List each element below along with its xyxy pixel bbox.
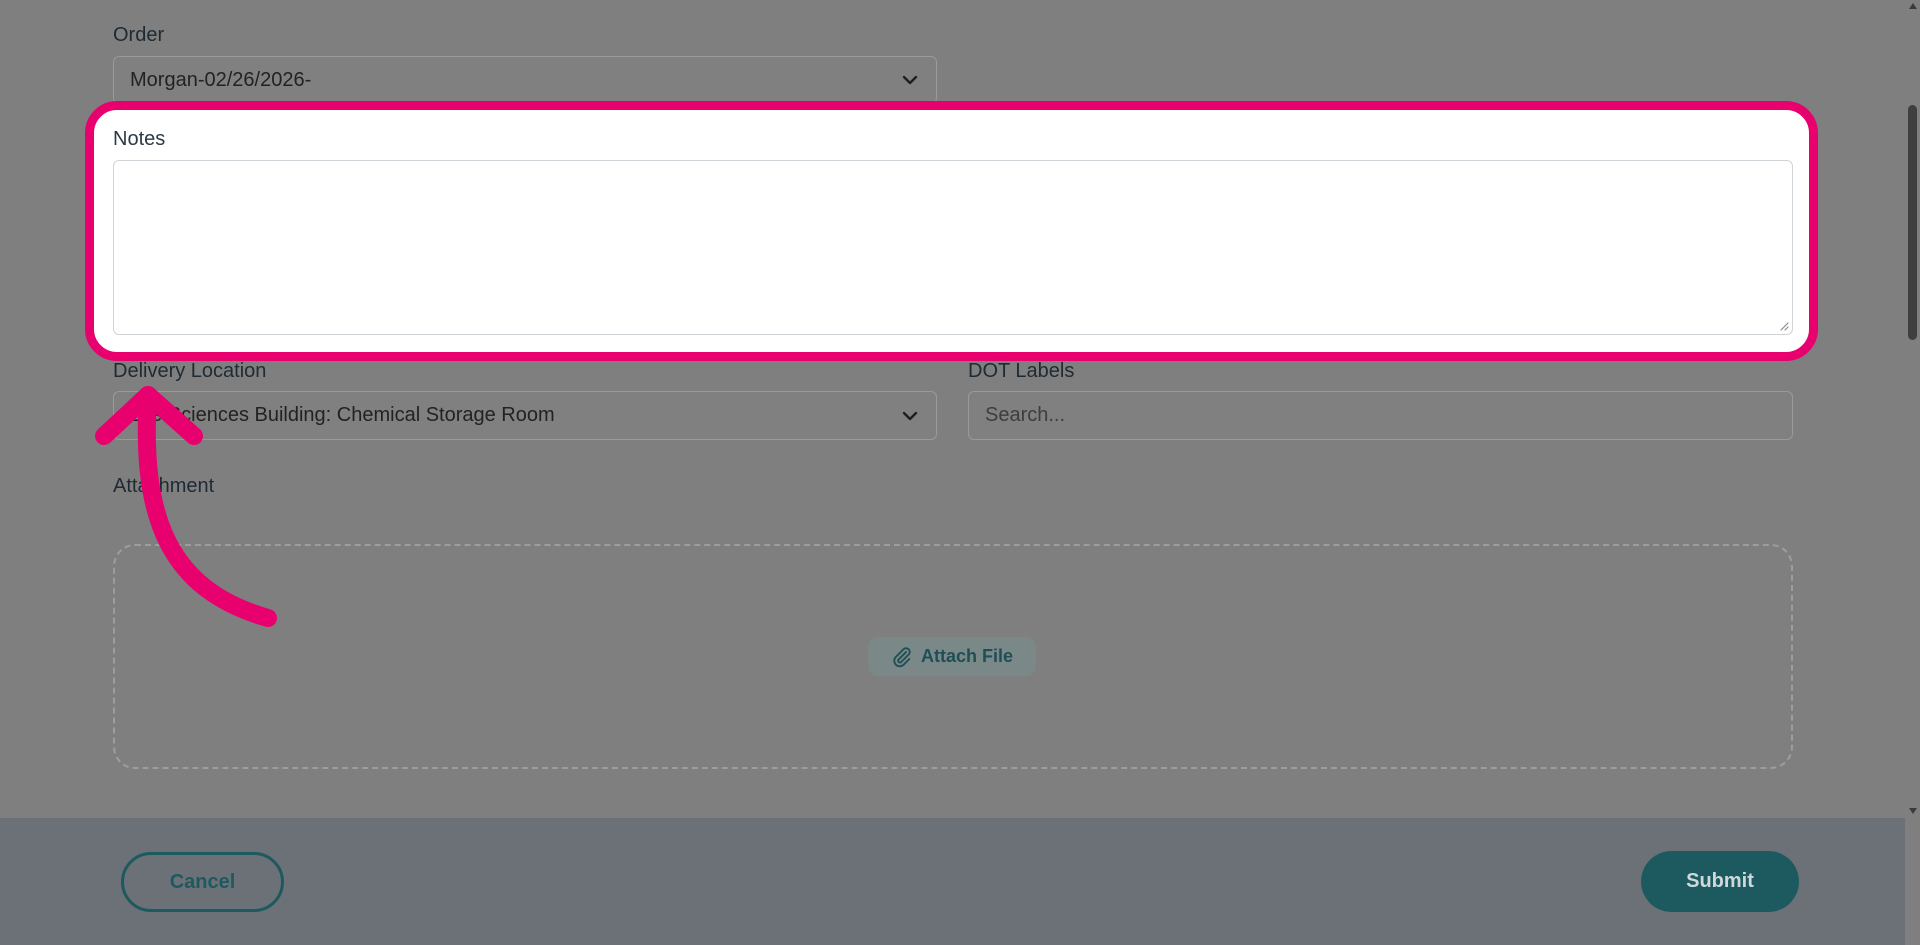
notes-label: Notes xyxy=(113,128,166,150)
add-order-form-page: Order Morgan-02/26/2026- Delivery Locati… xyxy=(0,0,1920,945)
submit-button[interactable]: Submit xyxy=(1641,851,1799,912)
form-footer xyxy=(0,818,1905,945)
scrollbar-thumb[interactable] xyxy=(1908,105,1917,340)
chevron-down-icon xyxy=(902,411,918,420)
dot-labels-placeholder: Search... xyxy=(985,404,1066,426)
delivery-location-select[interactable]: Life Sciences Building: Chemical Storage… xyxy=(113,391,937,440)
scroll-up-arrow-icon[interactable] xyxy=(1909,3,1917,9)
attach-file-button[interactable]: Attach File xyxy=(868,637,1036,676)
attach-file-label: Attach File xyxy=(920,646,1013,666)
chevron-down-icon xyxy=(902,75,918,85)
dot-labels-label: DOT Labels xyxy=(968,360,1075,382)
scroll-down-arrow-icon[interactable] xyxy=(1909,808,1917,814)
order-select[interactable]: Morgan-02/26/2026- xyxy=(113,56,937,104)
notes-textarea[interactable] xyxy=(113,160,1793,335)
delivery-location-label: Delivery Location xyxy=(113,360,267,382)
order-select-value: Morgan-02/26/2026- xyxy=(130,68,312,91)
attachment-label: Attachment xyxy=(113,475,215,497)
cancel-button[interactable]: Cancel xyxy=(121,852,284,912)
dot-labels-search-input[interactable]: Search... xyxy=(968,391,1793,440)
delivery-location-value: Life Sciences Building: Chemical Storage… xyxy=(130,404,555,426)
paperclip-icon xyxy=(893,646,911,667)
order-label: Order xyxy=(113,24,165,46)
resize-grip-icon[interactable] xyxy=(1779,321,1789,331)
